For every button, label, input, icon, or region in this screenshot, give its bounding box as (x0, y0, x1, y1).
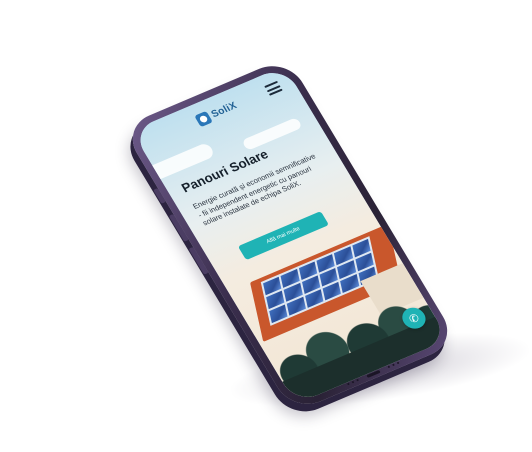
solix-logo-icon (193, 110, 213, 127)
phone-icon: ✆ (406, 311, 422, 326)
site-logo[interactable]: SoliX (193, 99, 239, 127)
logo-text: SoliX (209, 99, 239, 120)
hamburger-menu-icon[interactable] (264, 80, 283, 96)
phone-mockup: SoliX Panouri Solare Energie curată și e… (121, 57, 459, 413)
mockup-stage: SoliX Panouri Solare Energie curată și e… (0, 0, 532, 452)
phone-screen: SoliX Panouri Solare Energie curată și e… (131, 65, 449, 405)
